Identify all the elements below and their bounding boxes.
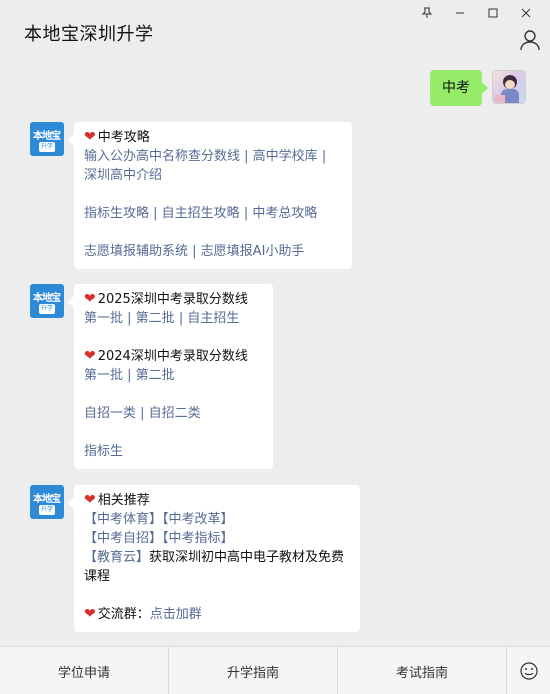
group-label: 交流群： xyxy=(97,607,150,622)
link-2025-self-enroll[interactable]: 自主招生 xyxy=(187,311,239,326)
link-self-enroll[interactable]: 【中考自招】 xyxy=(84,531,162,546)
section-heading: 相关推荐 xyxy=(97,493,150,508)
section-heading: 2024深圳中考录取分数线 xyxy=(97,349,248,364)
menu-exam-guide[interactable]: 考试指南 xyxy=(338,647,507,694)
emoji-icon xyxy=(519,662,538,680)
maximize-button[interactable] xyxy=(476,4,509,22)
bot-message-1: 本地宝 升学 ❤ 中考攻略 输入公办高中名称查分数线 | 高中学校库 | 深圳高中… xyxy=(30,122,352,269)
keyboard-toggle-button[interactable] xyxy=(507,647,550,694)
my-avatar[interactable] xyxy=(492,70,526,104)
link-quota-student[interactable]: 指标生 xyxy=(84,444,123,459)
bot-message-2: 本地宝 升学 ❤ 2025深圳中考录取分数线 第一批 | 第二批 | 自主招生 ❤… xyxy=(30,284,273,469)
link-school-intro[interactable]: 深圳高中介绍 xyxy=(84,168,162,183)
heart-icon: ❤ xyxy=(84,606,96,622)
link-exam-guide[interactable]: 中考总攻略 xyxy=(252,206,317,221)
link-edu-cloud[interactable]: 【教育云】 xyxy=(84,550,149,565)
minimize-icon xyxy=(455,12,464,14)
link-volunteer-system[interactable]: 志愿填报辅助系统 xyxy=(84,244,188,259)
heart-icon: ❤ xyxy=(84,129,96,145)
link-2024-batch1[interactable]: 第一批 xyxy=(84,368,123,383)
menu-admission-guide[interactable]: 升学指南 xyxy=(169,647,338,694)
link-quota[interactable]: 【中考指标】 xyxy=(162,531,234,546)
account-avatar[interactable]: 本地宝 升学 xyxy=(30,122,64,156)
chat-area[interactable]: 中考 本地宝 升学 ❤ 中考攻略 输入公办高中名称查分数线 | 高中学校库 | 深… xyxy=(0,62,550,646)
pin-icon xyxy=(421,7,432,18)
window-controls xyxy=(410,4,542,22)
link-school-library[interactable]: 高中学校库 xyxy=(253,149,318,164)
chat-header: 本地宝深圳升学 xyxy=(0,0,550,62)
link-ai-assistant[interactable]: 志愿填报AI小助手 xyxy=(201,244,305,259)
close-icon xyxy=(521,8,530,18)
bot-message-3: 本地宝 升学 ❤ 相关推荐 【中考体育】【中考改革】 【中考自招】【中考指标】 【… xyxy=(30,485,360,632)
join-group-link[interactable]: 点击加群 xyxy=(150,607,202,622)
bottom-menu: 学位申请 升学指南 考试指南 xyxy=(0,646,550,694)
my-message: 中考 xyxy=(430,70,526,106)
message-bubble: ❤ 中考攻略 输入公办高中名称查分数线 | 高中学校库 | 深圳高中介绍 指标生攻… xyxy=(68,122,352,269)
message-bubble: ❤ 2025深圳中考录取分数线 第一批 | 第二批 | 自主招生 ❤ 2024深圳中… xyxy=(68,284,273,469)
link-exam-reform[interactable]: 【中考改革】 xyxy=(162,512,234,527)
link-score-lookup[interactable]: 输入公办高中名称查分数线 xyxy=(84,149,240,164)
my-message-bubble[interactable]: 中考 xyxy=(430,70,488,106)
link-quota-guide[interactable]: 指标生攻略 xyxy=(84,206,149,221)
profile-button[interactable] xyxy=(518,28,542,52)
link-2025-batch2[interactable]: 第二批 xyxy=(136,311,175,326)
close-button[interactable] xyxy=(509,4,542,22)
account-avatar[interactable]: 本地宝 升学 xyxy=(30,284,64,318)
heart-icon: ❤ xyxy=(84,291,96,307)
person-icon xyxy=(520,30,540,51)
link-2025-batch1[interactable]: 第一批 xyxy=(84,311,123,326)
message-bubble: ❤ 相关推荐 【中考体育】【中考改革】 【中考自招】【中考指标】 【教育云】获取深… xyxy=(68,485,360,632)
section-heading: 中考攻略 xyxy=(97,130,150,145)
account-avatar[interactable]: 本地宝 升学 xyxy=(30,485,64,519)
pin-button[interactable] xyxy=(410,4,443,22)
chat-title: 本地宝深圳升学 xyxy=(24,24,154,45)
minimize-button[interactable] xyxy=(443,4,476,22)
heart-icon: ❤ xyxy=(84,492,96,508)
link-self-enroll-class1[interactable]: 自招一类 xyxy=(84,406,136,421)
link-pe-exam[interactable]: 【中考体育】 xyxy=(84,512,162,527)
maximize-icon xyxy=(488,8,497,18)
link-self-enroll-class2[interactable]: 自招二类 xyxy=(149,406,201,421)
link-2024-batch2[interactable]: 第二批 xyxy=(136,368,175,383)
menu-school-application[interactable]: 学位申请 xyxy=(0,647,169,694)
link-self-enroll-guide[interactable]: 自主招生攻略 xyxy=(162,206,240,221)
section-heading: 2025深圳中考录取分数线 xyxy=(97,292,248,307)
heart-icon: ❤ xyxy=(84,348,96,364)
